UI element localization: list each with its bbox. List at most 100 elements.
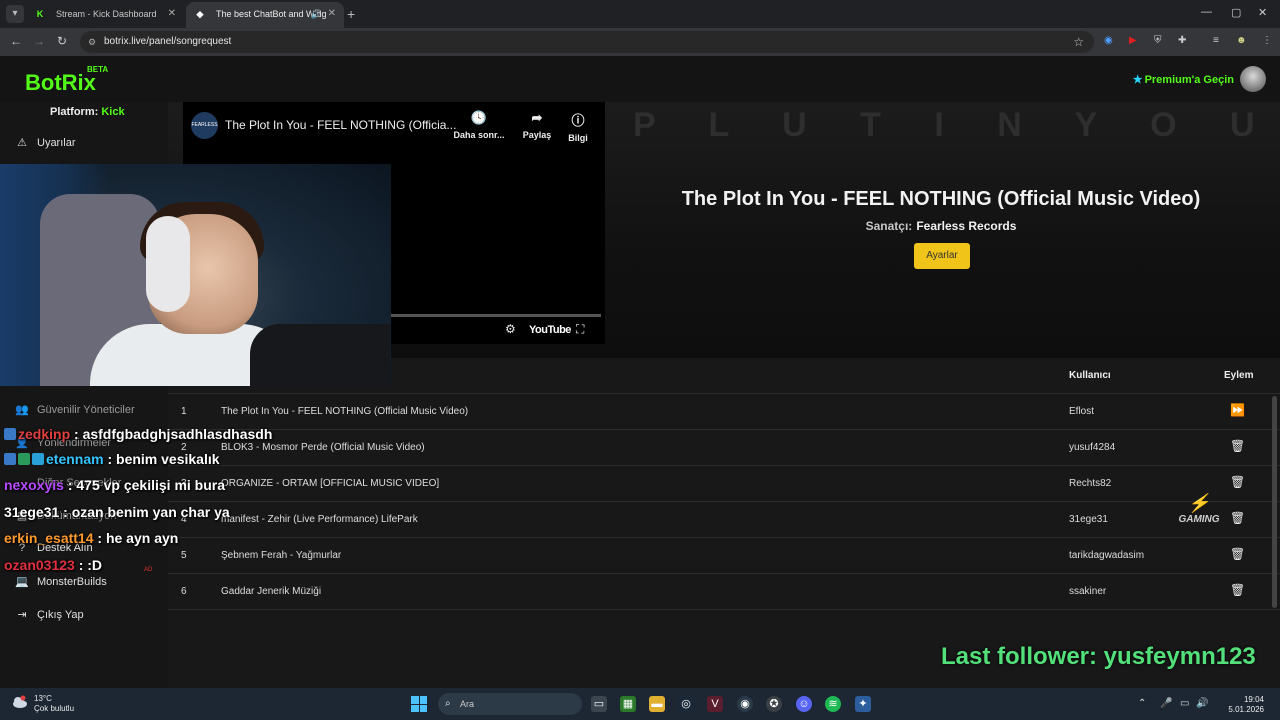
chat-username: zedkinp [18, 426, 71, 442]
chat-message: erkin_esatt14 : he ayn ayn [4, 530, 178, 546]
now-playing-title: The Plot In You - FEEL NOTHING (Official… [681, 188, 1201, 210]
monitor-icon[interactable]: ▭ [1180, 698, 1189, 709]
minimize-button[interactable]: — [1201, 6, 1212, 18]
chrome-icon[interactable]: ◉ [737, 696, 753, 712]
action-label: Daha sonr... [453, 130, 505, 140]
tab-kick-dashboard[interactable]: K Stream - Kick Dashboard ✕ [26, 2, 184, 28]
sidebar-item-alerts[interactable]: ⚠ Uyarılar [14, 136, 75, 149]
trash-icon[interactable]: 🗑 [1230, 583, 1245, 597]
back-icon[interactable]: ← [10, 34, 22, 48]
extension-icon[interactable]: ◉ [1104, 35, 1113, 46]
artist-label: Sanatçı: [865, 219, 913, 233]
volume-icon[interactable]: 🔊 [1196, 698, 1208, 709]
new-tab-button[interactable]: + [347, 6, 355, 22]
webcam-overlay [0, 164, 391, 386]
reload-icon[interactable]: ↻ [57, 34, 67, 48]
sidebar-item-label: Çıkış Yap [37, 609, 84, 621]
sidebar-item-logout[interactable]: ⇥ Çıkış Yap [14, 608, 84, 621]
tray-chevron-icon[interactable]: ⌃ [1138, 698, 1146, 709]
taskbar-search[interactable]: ⌕ Ara [438, 693, 582, 715]
chat-username: nexoxyis [4, 477, 64, 493]
now-playing-artist: Sanatçı: Fearless Records [608, 219, 1274, 233]
profile-icon[interactable]: ☻ [1236, 35, 1247, 46]
browser-toolbar: ← → ↻ ⚙ botrix.live/panel/songrequest ☆ … [0, 28, 1280, 56]
last-follower-alert: Last follower: yusfeymn123 [941, 643, 1256, 670]
puzzle-icon[interactable]: ✚ [1178, 35, 1186, 46]
row-song: BLOK3 - Mosmor Perde (Official Music Vid… [221, 442, 425, 453]
tab-search-button[interactable]: ▾ [6, 5, 24, 23]
close-tab-icon[interactable]: ✕ [168, 2, 176, 26]
chat-username: ozan03123 [4, 557, 75, 573]
speaker-icon[interactable]: 🔊 [311, 2, 322, 26]
chat-message: zedkinp : asfdfgbadghjsadhlasdhasdh [4, 426, 272, 442]
site-info-icon[interactable]: ⚙ [88, 31, 96, 53]
discord-icon[interactable]: ☺ [796, 696, 812, 712]
trash-icon[interactable]: 🗑 [1230, 475, 1245, 489]
channel-logo[interactable]: FEARLESS [191, 112, 218, 139]
botrix-logo[interactable]: BotRix BETA [25, 65, 108, 96]
info-icon: ⓘ [571, 113, 585, 128]
maximize-button[interactable]: ▢ [1231, 6, 1241, 19]
system-clock[interactable]: 19:04 5.01.2026 [1218, 695, 1264, 715]
clock-time: 19:04 [1243, 695, 1264, 704]
trash-icon[interactable]: 🗑 [1230, 511, 1245, 525]
close-tab-icon[interactable]: ✕ [328, 2, 336, 26]
fullscreen-icon[interactable]: ⛶ [576, 322, 584, 337]
video-title[interactable]: The Plot In You - FEEL NOTHING (Officia.… [225, 118, 456, 132]
sidebar-item-monsterbuilds[interactable]: 💻 MonsterBuilds AD [14, 567, 152, 588]
sidebar-item-trusted-mods[interactable]: 👥 Güvenilir Yöneticiler [14, 403, 135, 416]
chat-text: : asfdfgbadghjsadhlasdhasdh [74, 426, 273, 442]
chat-text: : :D [78, 557, 103, 573]
browser-tabstrip: ▾ K Stream - Kick Dashboard ✕ ◆ The best… [0, 0, 1280, 28]
table-row: 4 manifest - Zehir (Live Performance) Li… [168, 502, 1280, 538]
lightning-icon: ⚡ [1187, 493, 1211, 513]
row-song: The Plot In You - FEEL NOTHING (Official… [221, 406, 469, 417]
trash-icon[interactable]: 🗑 [1230, 547, 1245, 561]
sidebar-item-label: Güvenilir Yöneticiler [37, 404, 135, 416]
gear-icon[interactable]: ⚙ [505, 322, 516, 336]
gaming-watermark: ⚡ GAMING [1166, 493, 1232, 533]
youtube-extension-icon[interactable]: ▶ [1129, 35, 1137, 46]
windows-taskbar: 13°C Çok bulutlu ⌕ Ara ▭ ▦ ▬ ◎ V ◉ ✪ ☺ ≋ ✦… [0, 688, 1280, 720]
forward-icon[interactable]: → [33, 34, 45, 48]
premium-link[interactable]: ★ Premium'a Geçin [1133, 73, 1234, 86]
botrix-icon: ◆ [196, 9, 204, 19]
trash-icon[interactable]: 🗑 [1230, 439, 1245, 453]
headset [146, 216, 190, 312]
table-row: 1 The Plot In You - FEEL NOTHING (Offici… [168, 394, 1280, 430]
reading-list-icon[interactable]: ≡ [1213, 35, 1219, 46]
windows-start-icon[interactable] [411, 696, 427, 712]
artist-value: Fearless Records [916, 219, 1017, 233]
star-icon: ★ [1132, 74, 1143, 86]
platform-value: Kick [101, 106, 125, 118]
valorant-icon[interactable]: V [707, 696, 723, 712]
task-view-icon[interactable]: ▭ [591, 696, 607, 712]
file-explorer-icon[interactable]: ▬ [649, 696, 665, 712]
shield-icon[interactable]: ⛨ [1154, 35, 1162, 46]
row-song: manifest - Zehir (Live Performance) Life… [221, 514, 418, 525]
close-window-button[interactable]: ✕ [1258, 6, 1267, 19]
ad-badge: AD [144, 567, 153, 573]
skip-icon[interactable]: ⏩ [1230, 403, 1245, 417]
chat-text: : he ayn ayn [97, 530, 179, 546]
minecraft-icon[interactable]: ▦ [620, 696, 636, 712]
settings-button[interactable]: Ayarlar [914, 243, 970, 269]
network-app-icon[interactable]: ✦ [855, 696, 871, 712]
bookmark-star-icon[interactable]: ☆ [1073, 31, 1084, 53]
info-button[interactable]: ⓘ Bilgi [550, 110, 605, 143]
chat-username: erkin_esatt14 [4, 530, 94, 546]
chat-username: 31ege31 [4, 504, 60, 520]
microphone-icon[interactable]: 🎤 [1160, 698, 1172, 709]
app-icon[interactable]: ✪ [766, 696, 782, 712]
watch-later-button[interactable]: 🕓 Daha sonr... [451, 110, 507, 140]
watermark-text: GAMING [1178, 514, 1220, 525]
youtube-logo[interactable]: YouTube [529, 324, 571, 336]
scrollbar[interactable] [1272, 396, 1277, 608]
tab-botrix[interactable]: ◆ The best ChatBot and Widg 🔊 ✕ [186, 2, 344, 28]
address-bar[interactable]: ⚙ botrix.live/panel/songrequest ☆ [80, 31, 1094, 53]
menu-icon[interactable]: ⋮ [1262, 35, 1272, 46]
spotify-icon[interactable]: ≋ [825, 696, 841, 712]
video-progress-bar[interactable] [389, 314, 601, 317]
steam-icon[interactable]: ◎ [678, 696, 694, 712]
avatar[interactable] [1240, 66, 1266, 92]
